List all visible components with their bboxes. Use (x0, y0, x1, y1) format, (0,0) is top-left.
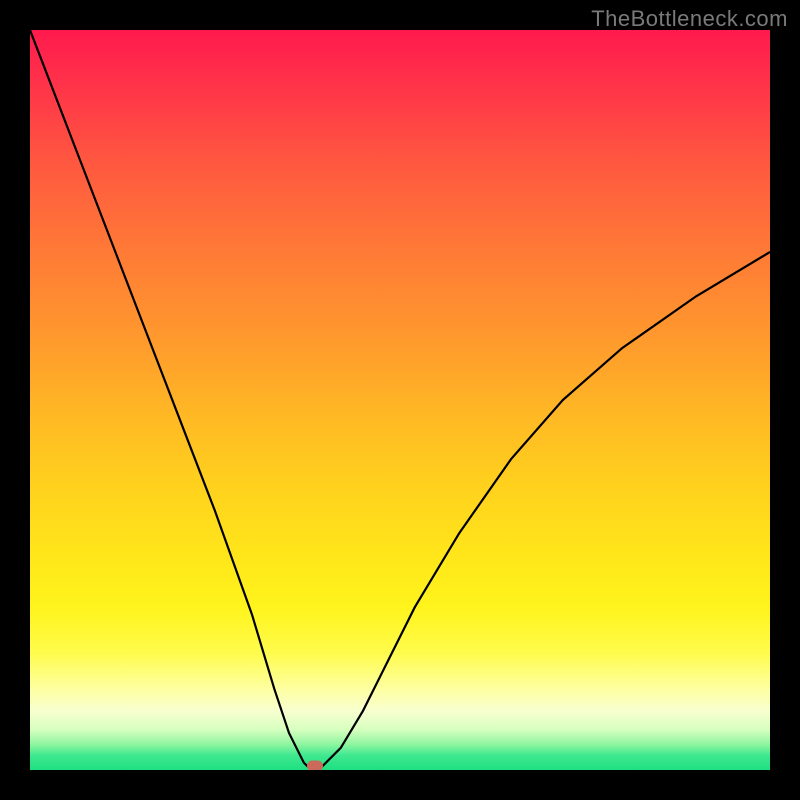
bottleneck-curve (30, 30, 770, 770)
watermark-text: TheBottleneck.com (591, 6, 788, 32)
plot-area (30, 30, 770, 770)
chart-frame: TheBottleneck.com (0, 0, 800, 800)
optimal-point-marker (307, 761, 323, 770)
curve-svg (30, 30, 770, 770)
